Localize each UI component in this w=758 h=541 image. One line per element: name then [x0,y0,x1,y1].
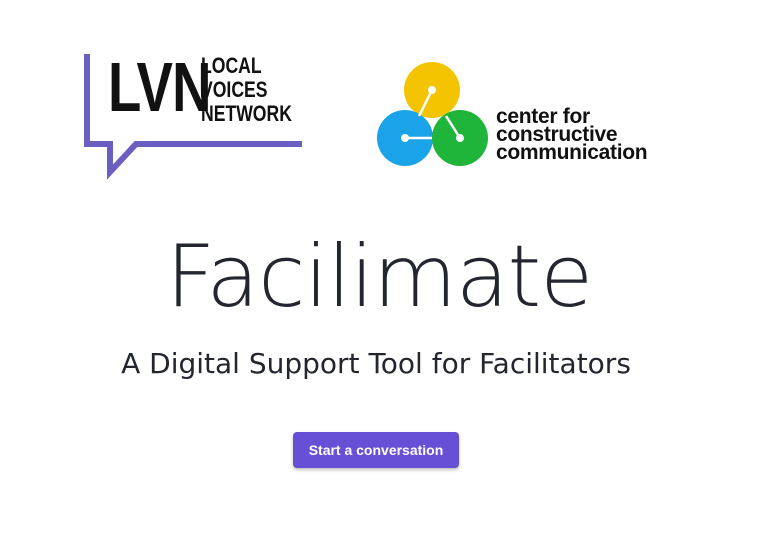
lvn-logo: LVN LOCAL VOICES NETWORK [78,50,308,182]
lvn-word-network: NETWORK [201,101,292,126]
lvn-letters: LVN [108,48,212,126]
lvn-word-local: LOCAL [201,53,262,78]
page-subtitle: A Digital Support Tool for Facilitators [121,347,631,380]
ccc-wordmark: center for constructive communication [496,106,648,164]
ccc-word-3: communication [496,141,648,164]
three-circles-icon [377,62,488,166]
page-title: Facilimate [165,227,593,327]
ccc-logo: center for constructive communication [374,60,674,172]
lvn-word-voices: VOICES [201,77,268,102]
landing-page: LVN LOCAL VOICES NETWORK center for cons… [0,0,758,541]
lvn-wordmark: LOCAL VOICES NETWORK [201,54,292,126]
start-conversation-button[interactable]: Start a conversation [293,432,459,468]
